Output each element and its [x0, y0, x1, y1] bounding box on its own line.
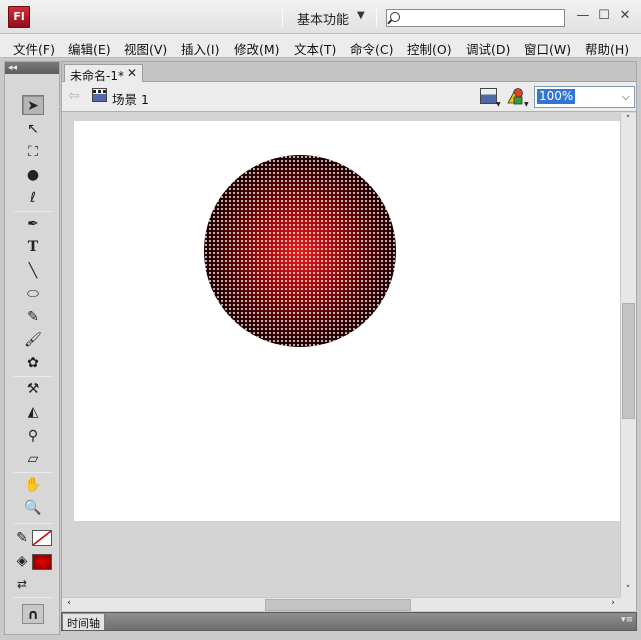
menu-modify[interactable]: 修改(M)	[234, 39, 280, 58]
edit-bar: ⇦ 场景 1 ▼ ▼ 100% ⌵	[62, 82, 636, 112]
swap-colors-icon[interactable]: ⇄	[11, 574, 33, 594]
bone-tool-icon[interactable]: ⚒	[22, 379, 44, 399]
selection-tool-icon[interactable]: ➤	[22, 95, 44, 115]
eraser-tool-icon[interactable]: ▱	[22, 449, 44, 469]
no-color-icon	[33, 531, 51, 545]
brush-tool-icon[interactable]: 🖌	[22, 330, 44, 350]
menu-bar: 文件(F) 编辑(E) 视图(V) 插入(I) 修改(M) 文本(T) 命令(C…	[0, 34, 641, 58]
timeline-tab[interactable]: 时间轴	[63, 614, 105, 630]
fill-color-icon: ◈	[16, 553, 28, 569]
panel-menu-icon[interactable]: ▾≡	[621, 615, 633, 625]
menu-help[interactable]: 帮助(H)	[585, 39, 629, 58]
deco-tool-icon[interactable]: ✿	[22, 353, 44, 373]
document-tab[interactable]: 未命名-1* ✕	[64, 64, 143, 83]
3d-rotation-tool-icon[interactable]: ●	[22, 165, 44, 185]
subselection-tool-icon[interactable]: ↖	[22, 119, 44, 139]
title-bar: Fl 基本功能 ▼ — ☐ ✕	[0, 0, 641, 34]
divider	[13, 597, 53, 598]
stage[interactable]	[74, 121, 620, 521]
close-button[interactable]: ✕	[617, 8, 633, 24]
pen-tool-icon[interactable]: ✒	[22, 214, 44, 234]
hand-tool-icon[interactable]: ✋	[22, 475, 44, 495]
chevron-down-icon: ▼	[496, 101, 501, 108]
scroll-left-icon[interactable]: ‹	[62, 598, 76, 608]
workspace-switcher[interactable]: 基本功能	[297, 9, 349, 28]
oval-tool-icon[interactable]: ⬭	[22, 284, 44, 304]
zoom-select[interactable]: 100% ⌵	[534, 86, 635, 108]
menu-text[interactable]: 文本(T)	[294, 39, 336, 58]
edit-scene-icon[interactable]	[480, 88, 497, 104]
tools-panel-header[interactable]: ◂◂	[5, 62, 59, 74]
menu-file[interactable]: 文件(F)	[13, 39, 55, 58]
menu-debug[interactable]: 调试(D)	[466, 39, 510, 58]
menu-window[interactable]: 窗口(W)	[524, 39, 571, 58]
tools-panel: ◂◂ ➤ ↖ ⛶ ● ℓ ✒ T ╲ ⬭ ✎ 🖌 ✿ ⚒ ◭ ⚲ ▱ ✋ 🔍 ✎…	[4, 61, 60, 635]
minimize-button[interactable]: —	[575, 8, 591, 24]
menu-view[interactable]: 视图(V)	[124, 39, 167, 58]
vertical-scroll-thumb[interactable]	[622, 303, 635, 419]
search-icon	[390, 12, 400, 22]
stroke-color-swatch[interactable]	[32, 530, 52, 546]
maximize-button[interactable]: ☐	[596, 8, 612, 24]
stroke-color-icon: ✎	[16, 530, 28, 546]
menu-command[interactable]: 命令(C)	[350, 39, 393, 58]
paint-bucket-tool-icon[interactable]: ◭	[22, 402, 44, 422]
chevron-down-icon[interactable]: ⌵	[622, 90, 630, 104]
chevron-down-icon: ▼	[524, 101, 529, 108]
free-transform-tool-icon[interactable]: ⛶	[22, 142, 44, 162]
document-panel: 未命名-1* ✕ ⇦ 场景 1 ▼ ▼ 100% ⌵ ˄ ˅ ‹ ›	[61, 61, 637, 611]
divider	[13, 472, 53, 473]
edit-symbols-icon[interactable]	[506, 87, 524, 105]
divider	[13, 211, 53, 212]
fill-color-swatch[interactable]	[32, 554, 52, 570]
snap-to-objects-icon[interactable]: ∩	[22, 604, 44, 624]
collapse-icon[interactable]: ◂◂	[8, 63, 17, 73]
timeline-panel-bar: 时间轴 ▾≡	[61, 612, 637, 631]
vertical-scrollbar[interactable]: ˄ ˅	[620, 113, 636, 597]
chevron-down-icon[interactable]: ▼	[357, 10, 365, 21]
scroll-right-icon[interactable]: ›	[606, 598, 620, 608]
horizontal-scroll-thumb[interactable]	[265, 599, 411, 611]
back-arrow-icon[interactable]: ⇦	[68, 88, 80, 104]
scroll-up-icon[interactable]: ˄	[621, 115, 635, 125]
search-box[interactable]	[386, 9, 565, 27]
eyedropper-tool-icon[interactable]: ⚲	[22, 426, 44, 446]
scroll-down-icon[interactable]: ˅	[621, 585, 635, 595]
search-input[interactable]	[403, 11, 561, 25]
scene-icon	[92, 88, 107, 102]
zoom-value[interactable]: 100%	[537, 89, 576, 104]
divider	[376, 7, 377, 27]
document-tabstrip: 未命名-1* ✕	[62, 62, 636, 83]
pasteboard[interactable]	[62, 113, 620, 597]
line-tool-icon[interactable]: ╲	[22, 261, 44, 281]
timeline-tab-label: 时间轴	[67, 617, 100, 630]
scroll-corner	[620, 597, 636, 611]
horizontal-scrollbar[interactable]: ‹ ›	[62, 597, 620, 611]
close-icon[interactable]: ✕	[127, 66, 137, 80]
scene-breadcrumb[interactable]: 场景 1	[112, 89, 149, 108]
menu-insert[interactable]: 插入(I)	[181, 39, 219, 58]
zoom-tool-icon[interactable]: 🔍	[22, 498, 44, 518]
lasso-tool-icon[interactable]: ℓ	[22, 188, 44, 208]
radial-gradient-circle[interactable]	[204, 155, 396, 347]
text-tool-icon[interactable]: T	[22, 237, 44, 257]
flash-logo-icon: Fl	[8, 6, 30, 28]
divider	[13, 523, 53, 524]
pencil-tool-icon[interactable]: ✎	[22, 307, 44, 327]
divider	[282, 7, 283, 27]
menu-control[interactable]: 控制(O)	[407, 39, 452, 58]
menu-edit[interactable]: 编辑(E)	[68, 39, 111, 58]
divider	[13, 376, 53, 377]
